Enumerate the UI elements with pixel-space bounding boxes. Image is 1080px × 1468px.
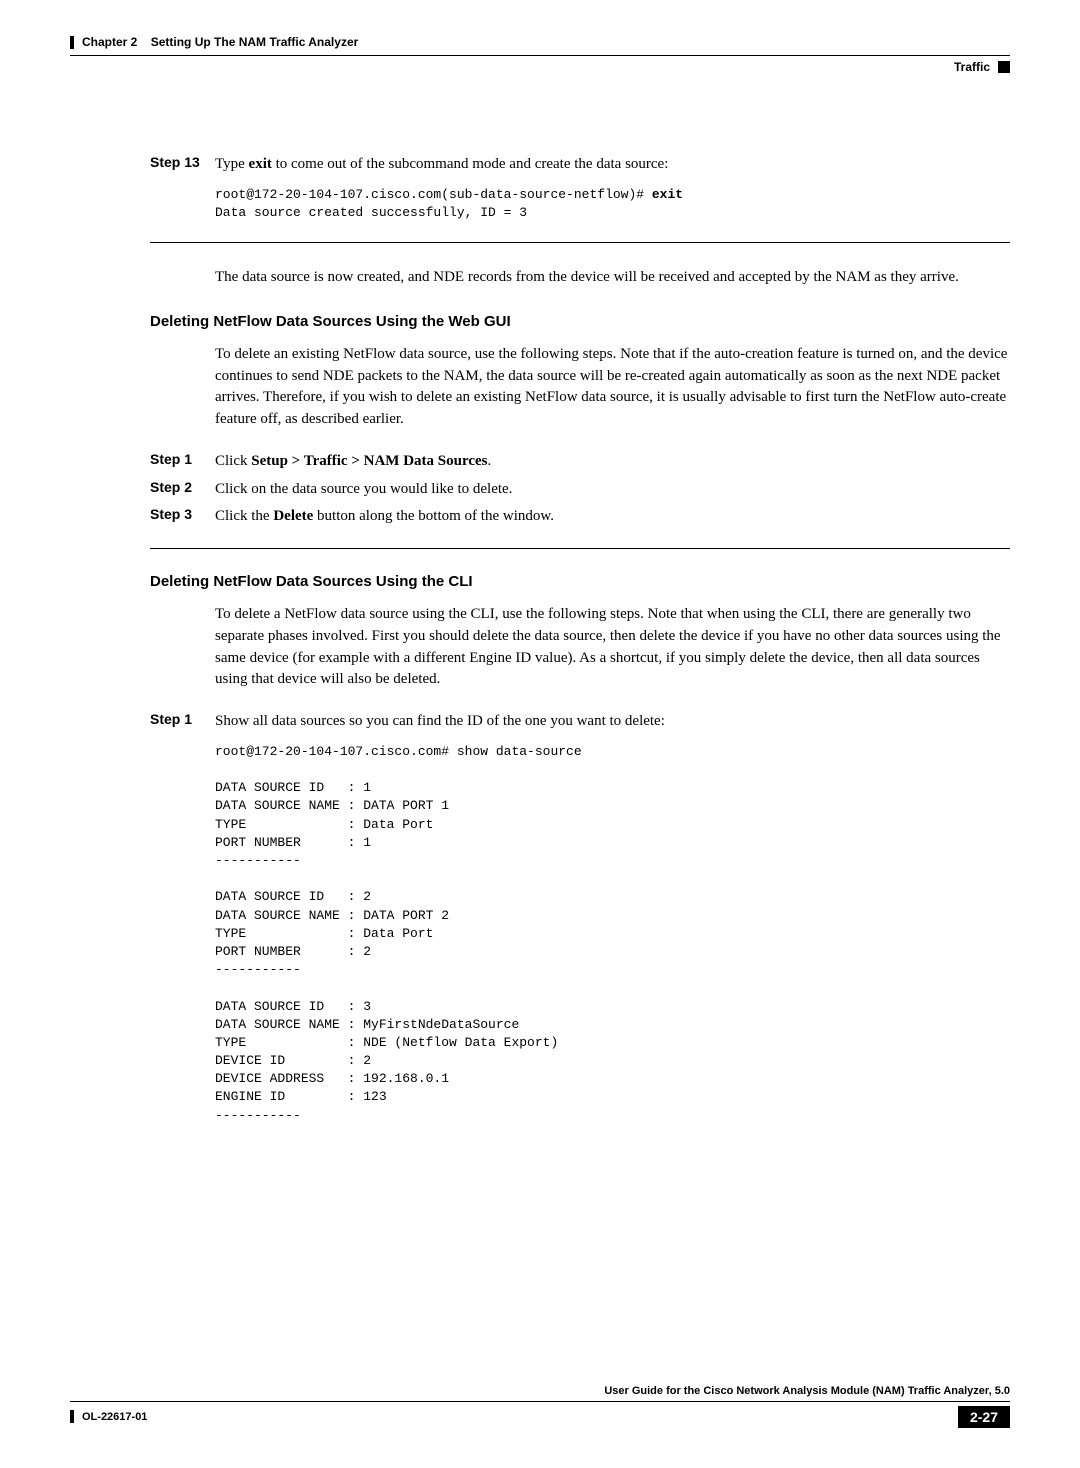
section-heading-web-gui: Deleting NetFlow Data Sources Using the … — [150, 313, 1010, 330]
divider — [150, 242, 1010, 243]
step-1-webgui: Step 1 Click Setup > Traffic > NAM Data … — [150, 451, 1010, 473]
step-body: Type exit to come out of the subcommand … — [215, 154, 1010, 222]
section-heading-cli: Deleting NetFlow Data Sources Using the … — [150, 573, 1010, 590]
paragraph: The data source is now created, and NDE … — [215, 267, 1010, 289]
step-label: Step 13 — [150, 154, 215, 170]
header-bar-icon — [70, 36, 74, 49]
section-header: Traffic — [70, 55, 1010, 74]
code-output: Data source created successfully, ID = 3 — [215, 205, 527, 220]
step-body: Click the Delete button along the bottom… — [215, 506, 1010, 528]
step-label: Step 1 — [150, 711, 215, 727]
step-1-cli: Step 1 Show all data sources so you can … — [150, 711, 1010, 1125]
code-cmd: exit — [652, 187, 683, 202]
step-2-webgui: Step 2 Click on the data source you woul… — [150, 479, 1010, 501]
footer-left: OL-22617-01 — [70, 1410, 147, 1423]
bold-path: Setup > Traffic > NAM Data Sources — [251, 453, 487, 469]
chapter-heading: Chapter 2 Setting Up The NAM Traffic Ana… — [70, 35, 358, 49]
footer-bottom-row: OL-22617-01 2-27 — [70, 1406, 1010, 1428]
footer-title-row: User Guide for the Cisco Network Analysi… — [70, 1385, 1010, 1397]
code-block: root@172-20-104-107.cisco.com(sub-data-s… — [215, 186, 1010, 222]
text: to come out of the subcommand mode and c… — [272, 156, 669, 172]
text: Type — [215, 156, 249, 172]
page-number: 2-27 — [958, 1406, 1010, 1428]
chapter-title: Setting Up The NAM Traffic Analyzer — [151, 35, 359, 49]
text: Click — [215, 453, 251, 469]
step-label: Step 2 — [150, 479, 215, 495]
code-block: root@172-20-104-107.cisco.com# show data… — [215, 743, 1010, 1125]
code-prompt: root@172-20-104-107.cisco.com(sub-data-s… — [215, 187, 652, 202]
guide-title: User Guide for the Cisco Network Analysi… — [70, 1385, 1010, 1397]
step-label: Step 3 — [150, 506, 215, 522]
step-3-webgui: Step 3 Click the Delete button along the… — [150, 506, 1010, 528]
page-header: Chapter 2 Setting Up The NAM Traffic Ana… — [70, 35, 1010, 49]
section-intro: To delete a NetFlow data source using th… — [215, 604, 1010, 691]
text: . — [488, 453, 492, 469]
section-marker-icon — [998, 61, 1010, 73]
text: Show all data sources so you can find th… — [215, 713, 665, 729]
text: button along the bottom of the window. — [313, 508, 554, 524]
step-label: Step 1 — [150, 451, 215, 467]
step-13: Step 13 Type exit to come out of the sub… — [150, 154, 1010, 222]
cmd-bold: exit — [249, 156, 272, 172]
bold-delete: Delete — [273, 508, 313, 524]
text: Click the — [215, 508, 273, 524]
divider — [150, 548, 1010, 549]
chapter-label: Chapter 2 — [82, 35, 137, 49]
step-body: Click on the data source you would like … — [215, 479, 1010, 501]
document-id: OL-22617-01 — [82, 1411, 147, 1423]
step-body: Click Setup > Traffic > NAM Data Sources… — [215, 451, 1010, 473]
footer-divider — [70, 1401, 1010, 1402]
section-intro: To delete an existing NetFlow data sourc… — [215, 344, 1010, 431]
footer-bar-icon — [70, 1410, 74, 1423]
section-label: Traffic — [954, 60, 990, 74]
step-body: Show all data sources so you can find th… — [215, 711, 1010, 1125]
